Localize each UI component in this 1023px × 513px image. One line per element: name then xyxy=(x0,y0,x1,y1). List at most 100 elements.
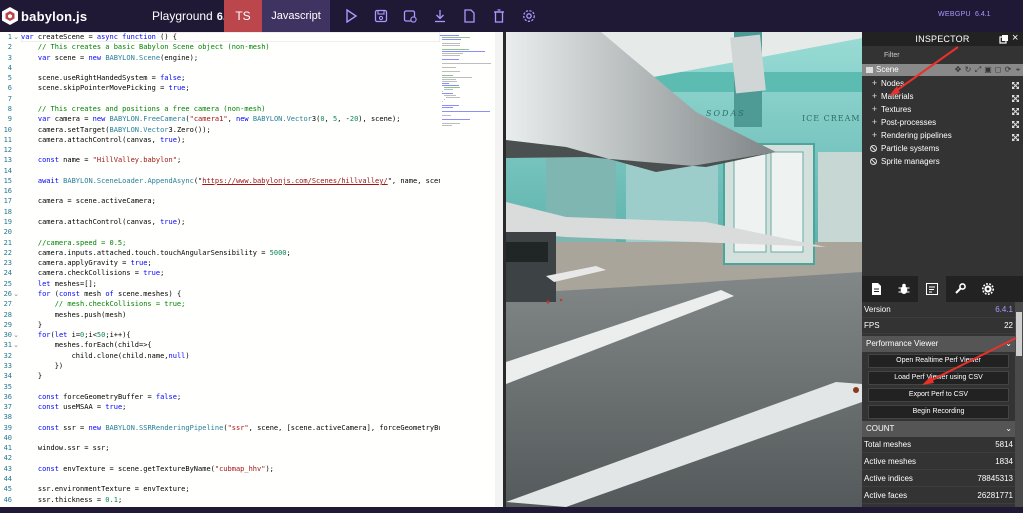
tab-tools[interactable] xyxy=(946,276,974,302)
run-button[interactable] xyxy=(342,7,360,25)
expand-arrows-icon[interactable] xyxy=(1012,119,1019,128)
expand-plus-icon[interactable]: + xyxy=(870,90,879,103)
expand-arrows-icon[interactable] xyxy=(1012,106,1019,115)
code-line[interactable]: const ssr = new BABYLON.SSRRenderingPipe… xyxy=(21,424,443,432)
rotate-gizmo-icon[interactable]: ↻ xyxy=(964,66,972,74)
tree-item[interactable]: + Materials xyxy=(862,90,1023,103)
tree-item[interactable]: Particle systems xyxy=(862,142,1023,155)
code-line[interactable]: } xyxy=(21,372,42,380)
scene-tree-root[interactable]: Scene ✥ ↻ ⤢ ▣ ◻ ⟳ ⌖ xyxy=(862,64,1023,76)
editor-scrollbar[interactable] xyxy=(495,32,503,507)
tree-item[interactable]: + Rendering pipelines xyxy=(862,129,1023,142)
fold-chevron-icon[interactable]: ⌄ xyxy=(12,341,20,349)
expand-arrows-icon[interactable] xyxy=(1012,93,1019,102)
code-line[interactable]: camera.attachControl(canvas, true); xyxy=(21,218,186,226)
code-line[interactable]: // mesh.checkCollisions = true; xyxy=(21,300,186,308)
code-area[interactable]: var createScene = async function () { //… xyxy=(21,32,447,507)
code-line[interactable]: for (const mesh of scene.meshes) { xyxy=(21,290,181,298)
tree-filter-input[interactable]: Filter xyxy=(862,49,1023,63)
code-line[interactable]: for(let i=0;i<50;i++){ xyxy=(21,331,131,339)
load-perf-viewer-csv-button[interactable]: Load Perf Viewer using CSV xyxy=(868,371,1009,385)
code-line[interactable]: ssr.environmentTexture = envTexture; xyxy=(21,485,190,493)
pick-icon[interactable]: ⌖ xyxy=(1014,66,1022,74)
scrollbar-thumb[interactable] xyxy=(1016,312,1022,356)
save-local-button[interactable] xyxy=(401,7,419,25)
code-line[interactable]: const name = "HillValley.babylon"; xyxy=(21,156,181,164)
performance-viewer-section[interactable]: Performance Viewer ⌄ xyxy=(862,336,1015,352)
code-line[interactable]: } xyxy=(21,321,42,329)
code-line[interactable]: const envTexture = scene.getTextureByNam… xyxy=(21,465,274,473)
code-line[interactable]: camera.inputs.attached.touch.touchAngula… xyxy=(21,249,291,257)
export-perf-csv-button[interactable]: Export Perf to CSV xyxy=(868,388,1009,402)
tree-item[interactable]: + Textures xyxy=(862,103,1023,116)
code-minimap[interactable] xyxy=(440,32,495,507)
fold-chevron-icon[interactable]: ⌄ xyxy=(12,33,20,41)
open-realtime-perf-viewer-button[interactable]: Open Realtime Perf Viewer xyxy=(868,354,1009,368)
download-button[interactable] xyxy=(431,7,449,25)
expand-plus-icon[interactable]: + xyxy=(870,103,879,116)
engine-version-selector[interactable]: 6.4.1 xyxy=(975,11,991,18)
chevron-down-icon: ⌄ xyxy=(1005,339,1012,348)
expand-arrows-icon[interactable] xyxy=(1012,132,1019,141)
code-editor[interactable]: 1 ⌄ 2 3 4 5 6 7 8 9 10 11 12 13 14 15 16 17 18 19 20 21 22 23 24… xyxy=(0,32,503,507)
code-line[interactable]: // This creates a basic Babylon Scene ob… xyxy=(21,43,270,51)
popout-icon[interactable] xyxy=(999,34,1009,44)
code-line[interactable]: meshes.push(mesh) xyxy=(21,311,127,319)
code-line[interactable]: const forceGeometryBuffer = false; xyxy=(21,393,181,401)
bounding-box-gizmo-icon[interactable]: ▣ xyxy=(984,66,992,74)
statistics-scrollbar[interactable] xyxy=(1015,302,1023,507)
expand-plus-icon[interactable]: + xyxy=(870,77,879,90)
code-line[interactable]: ssr.thickness = 0.1; xyxy=(21,496,122,504)
code-line[interactable]: window.ssr = ssr; xyxy=(21,444,110,452)
line-number: 19 xyxy=(3,218,12,227)
tree-item[interactable]: Sprite managers xyxy=(862,155,1023,168)
code-line[interactable]: camera.applyGravity = true; xyxy=(21,259,152,267)
code-line[interactable]: camera = scene.activeCamera; xyxy=(21,197,156,205)
code-line[interactable]: // This creates and positions a free cam… xyxy=(21,105,266,113)
babylon-logo[interactable]: babylon.js xyxy=(2,7,87,25)
code-line[interactable]: camera.checkCollisions = true; xyxy=(21,269,164,277)
close-icon[interactable]: × xyxy=(1012,33,1019,44)
code-line[interactable]: child.clone(child.name,null) xyxy=(21,352,190,360)
begin-recording-button[interactable]: Begin Recording xyxy=(868,405,1009,419)
save-button[interactable] xyxy=(372,7,390,25)
translate-gizmo-icon[interactable]: ✥ xyxy=(954,66,962,74)
fold-chevron-icon[interactable]: ⌄ xyxy=(12,331,20,339)
clear-button[interactable] xyxy=(490,7,508,25)
code-line[interactable]: var scene = new BABYLON.Scene(engine); xyxy=(21,54,198,62)
tab-properties[interactable] xyxy=(862,276,890,302)
tab-javascript[interactable]: Javascript xyxy=(262,0,330,32)
code-line[interactable]: let meshes=[]; xyxy=(21,280,97,288)
code-line[interactable]: scene.useRightHandedSystem = false; xyxy=(21,74,186,82)
tree-item[interactable]: + Post-processes xyxy=(862,116,1023,129)
scene-icon xyxy=(866,67,873,73)
gizmo-local-icon[interactable]: ◻ xyxy=(994,66,1002,74)
code-line[interactable]: camera.setTarget(BABYLON.Vector3.Zero())… xyxy=(21,126,211,134)
code-line[interactable]: }) xyxy=(21,362,63,370)
webgpu-toggle[interactable]: WEBGPU xyxy=(938,11,971,18)
new-button[interactable] xyxy=(460,7,478,25)
expand-plus-icon[interactable]: + xyxy=(870,116,879,129)
tab-debug[interactable] xyxy=(890,276,918,302)
refresh-icon[interactable]: ⟳ xyxy=(1004,66,1012,74)
expand-arrows-icon[interactable] xyxy=(1012,80,1019,89)
tab-statistics[interactable] xyxy=(918,276,946,302)
fold-chevron-icon[interactable]: ⌄ xyxy=(12,290,20,298)
code-line[interactable]: scene.skipPointerMovePicking = true; xyxy=(21,84,190,92)
tab-typescript[interactable]: TS xyxy=(224,0,262,32)
tab-settings[interactable] xyxy=(974,276,1002,302)
code-line[interactable]: meshes.forEach(child=>{ xyxy=(21,341,152,349)
scale-gizmo-icon[interactable]: ⤢ xyxy=(974,66,982,74)
count-section[interactable]: COUNT ⌄ xyxy=(862,421,1015,437)
expand-plus-icon[interactable]: + xyxy=(870,129,879,142)
code-line[interactable]: var createScene = async function () { xyxy=(21,33,177,41)
tree-item[interactable]: + Nodes xyxy=(862,77,1023,90)
settings-button[interactable] xyxy=(520,7,538,25)
render-canvas[interactable]: SODAS ICE CREAM xyxy=(506,32,862,507)
code-line[interactable]: camera.attachControl(canvas, true); xyxy=(21,136,186,144)
code-line[interactable]: var camera = new BABYLON.FreeCamera("cam… xyxy=(21,115,401,123)
code-line[interactable]: //camera.speed = 0.5; xyxy=(21,239,127,247)
code-line[interactable]: await BABYLON.SceneLoader.AppendAsync("h… xyxy=(21,177,447,185)
code-line[interactable]: const useMSAA = true; xyxy=(21,403,127,411)
minimap-line xyxy=(442,67,456,68)
